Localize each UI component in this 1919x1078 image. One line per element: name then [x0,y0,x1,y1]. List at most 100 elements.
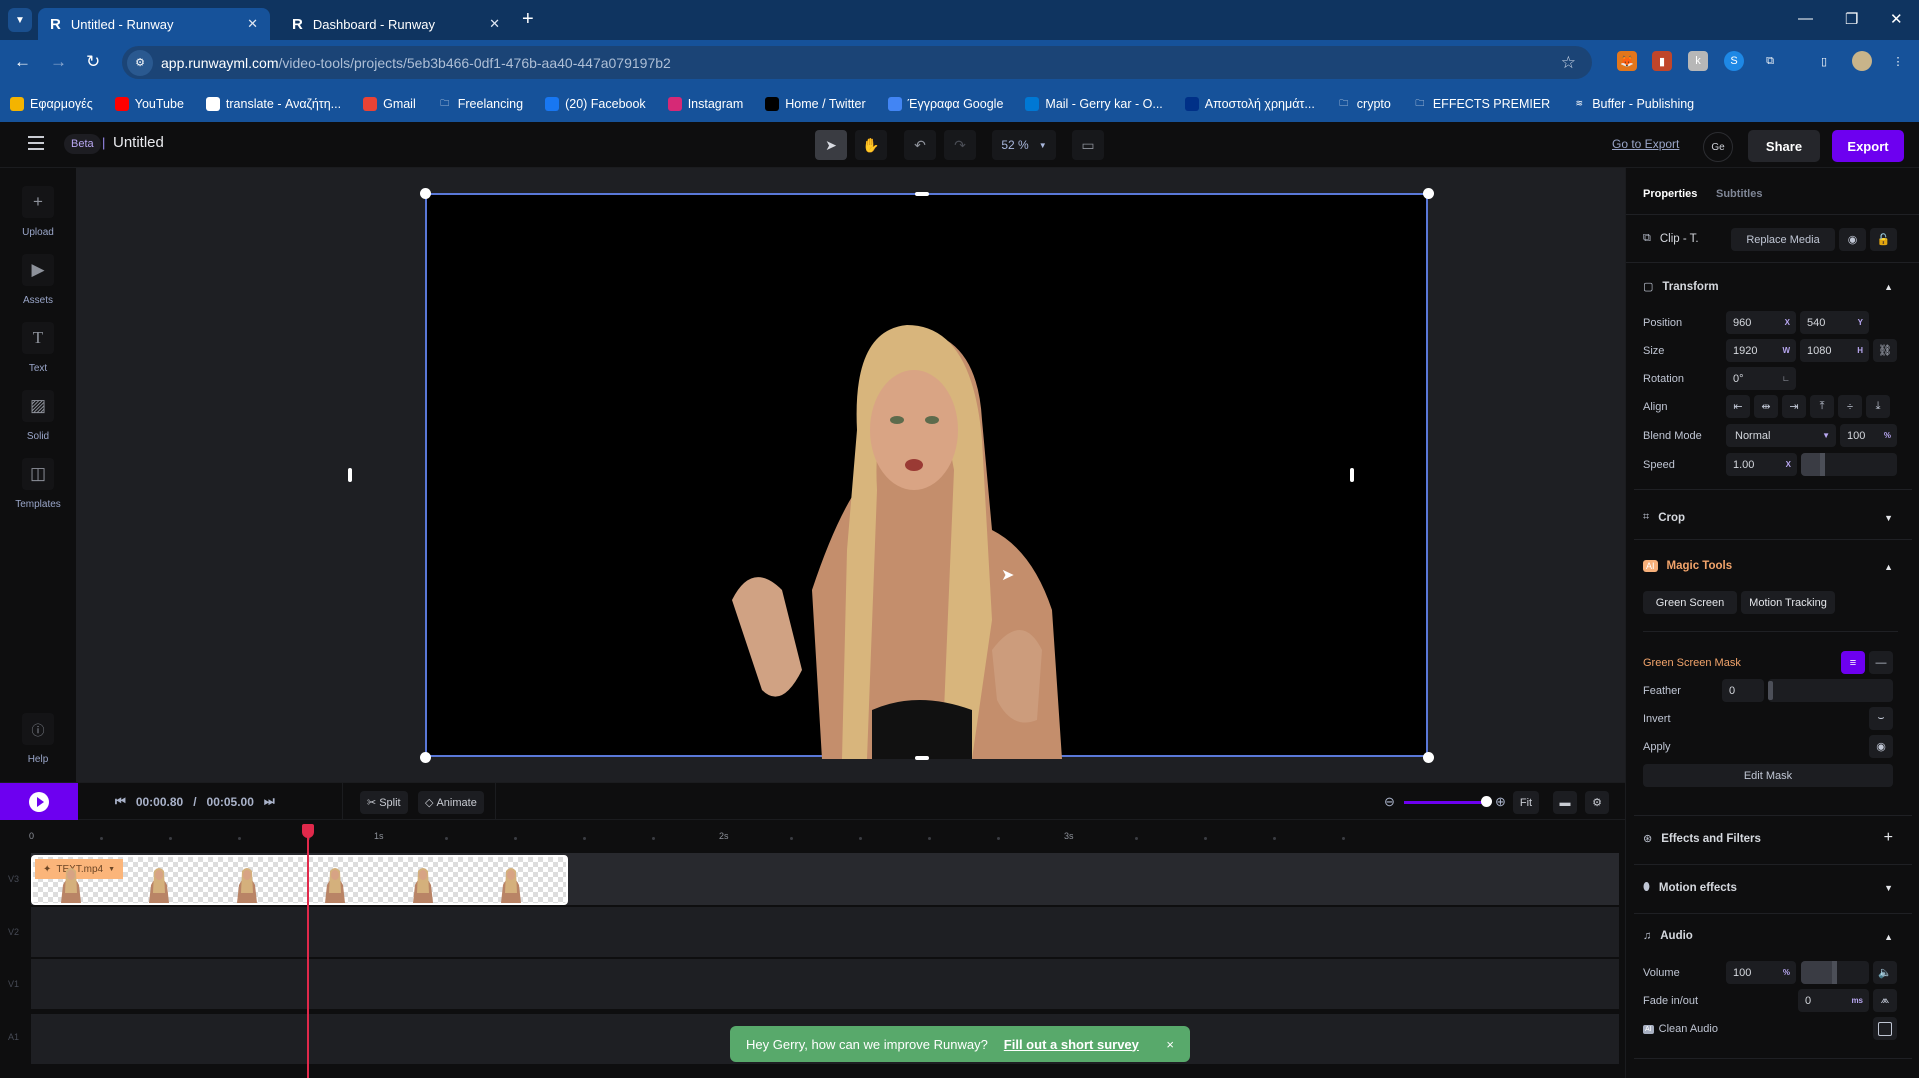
resize-handle-bottom-left[interactable] [420,752,431,763]
feather-slider[interactable] [1768,679,1893,702]
extension-icon[interactable]: ▮ [1652,51,1672,71]
site-settings-icon[interactable]: ⚙ [127,49,153,76]
fade-curve-button[interactable]: ⩕ [1873,989,1897,1012]
align-top-button[interactable]: ⤒ [1810,395,1834,418]
green-screen-button[interactable]: Green Screen [1643,591,1737,614]
bookmark-item[interactable]: Έγγραφα Google [887,96,1003,111]
survey-link[interactable]: Fill out a short survey [1004,1037,1139,1052]
align-right-button[interactable]: ⇥ [1782,395,1806,418]
timeline-clip[interactable]: ✦ TEXT.mp4 ▼ [31,855,568,905]
tab-subtitles[interactable]: Subtitles [1716,188,1762,200]
close-window-button[interactable]: ✕ [1890,10,1903,28]
bookmark-item[interactable]: Instagram [667,96,743,111]
motion-tracking-button[interactable]: Motion Tracking [1741,591,1835,614]
chrome-menu-icon[interactable]: ⋮ [1888,51,1908,71]
user-avatar[interactable]: Ge [1703,132,1733,162]
expand-caret-icon[interactable]: ▼ [1884,513,1893,523]
profile-avatar[interactable] [1852,51,1872,71]
playhead-line[interactable] [307,824,309,1078]
rail-item-templates[interactable]: ◫ Templates [15,458,61,510]
align-center-h-button[interactable]: ⇹ [1754,395,1778,418]
expand-caret-icon[interactable]: ▼ [1884,883,1893,893]
width-input[interactable]: 1920 W [1726,339,1796,362]
timeline-zoom-slider[interactable] [1404,801,1486,804]
effects-section-header[interactable]: ⊛ Effects and Filters [1643,832,1761,846]
timeline-ruler[interactable]: 0 1s 2s 3s [0,820,1625,853]
close-tab-icon[interactable]: ✕ [489,16,500,32]
close-tab-icon[interactable]: ✕ [247,16,258,32]
magic-tools-section-header[interactable]: AI Magic Tools [1643,560,1732,572]
browser-tab-untitled[interactable]: R Untitled - Runway ✕ [38,8,270,40]
restore-button[interactable]: ❐ [1845,10,1858,28]
share-button[interactable]: Share [1748,130,1820,162]
resize-handle-top[interactable] [915,192,929,196]
position-y-input[interactable]: 540 Y [1800,311,1869,334]
zoom-in-timeline-icon[interactable]: ⊕ [1495,794,1506,810]
redo-button[interactable]: ↷ [944,130,976,160]
back-button[interactable]: ← [14,52,31,72]
bookmark-star-icon[interactable]: ☆ [1561,53,1576,73]
bookmark-item[interactable]: Αποστολή χρημάτ... [1184,96,1315,111]
skip-to-start-icon[interactable]: ⏮ [115,794,126,809]
play-button[interactable] [0,783,78,821]
edit-mask-button[interactable]: Edit Mask [1643,764,1893,787]
visibility-toggle[interactable]: ◉ [1839,228,1866,251]
timeline-settings-button[interactable]: ⚙ [1585,791,1609,814]
hand-tool-button[interactable]: ✋ [855,130,887,160]
position-x-input[interactable]: 960 X [1726,311,1796,334]
collapse-caret-icon[interactable]: ▲ [1884,932,1893,942]
bookmark-item[interactable]: ≋ Buffer - Publishing [1572,97,1694,111]
remove-mask-button[interactable]: — [1869,651,1893,674]
add-effect-button[interactable]: + [1884,829,1893,847]
feather-input[interactable]: 0 [1722,679,1764,702]
tab-search-button[interactable]: ▼ [8,8,32,32]
collapse-caret-icon[interactable]: ▲ [1884,562,1893,572]
aspect-lock-toggle[interactable]: ⛓ [1873,339,1897,362]
hamburger-menu-icon[interactable] [28,136,44,150]
resize-handle-bottom-right[interactable] [1423,752,1434,763]
canvas-area[interactable]: ➤ [76,168,1625,782]
extensions-puzzle-icon[interactable]: ⧉ [1760,51,1780,71]
align-bottom-button[interactable]: ⤓ [1866,395,1890,418]
playhead-handle[interactable] [302,824,314,838]
align-center-v-button[interactable]: ÷ [1838,395,1862,418]
timeline-zoom-thumb[interactable] [1480,796,1492,807]
resize-handle-top-left[interactable] [420,188,431,199]
zoom-out-timeline-icon[interactable]: ⊖ [1384,794,1395,810]
forward-button[interactable]: → [50,52,67,72]
rail-item-solid[interactable]: ▨ Solid [22,390,54,442]
select-tool-button[interactable]: ➤ [815,130,847,160]
minimize-button[interactable]: — [1798,10,1813,27]
invert-toggle[interactable]: ⌣ [1869,707,1893,730]
motion-effects-section-header[interactable]: ⬮ Motion effects [1643,881,1737,894]
bookmark-item[interactable]: Gmail [363,96,416,111]
bookmark-item[interactable]: 🗀 EFFECTS PREMIER [1413,97,1550,111]
track-height-button[interactable]: ▬ [1553,791,1577,814]
apply-toggle[interactable]: ◉ [1869,735,1893,758]
volume-input[interactable]: 100% [1726,961,1796,984]
opacity-input[interactable]: 100% [1840,424,1897,447]
resize-handle-bottom[interactable] [915,756,929,760]
audio-section-header[interactable]: ♫ Audio [1643,930,1693,942]
project-title[interactable]: Untitled [113,134,164,151]
url-input[interactable]: ⚙ app.runwayml.com/video-tools/projects/… [122,46,1592,79]
split-button[interactable]: ✂ Split [360,791,408,814]
new-tab-button[interactable]: + [522,8,534,31]
shazam-extension-icon[interactable]: S [1724,51,1744,71]
animate-button[interactable]: ◇ Animate [418,791,484,814]
collapse-caret-icon[interactable]: ▲ [1884,282,1893,292]
extension-icon[interactable]: k [1688,51,1708,71]
track-v1[interactable] [31,959,1619,1009]
mask-settings-button[interactable]: ≡ [1841,651,1865,674]
bookmark-item[interactable]: Εφαρμογές [10,96,93,111]
clean-audio-checkbox[interactable] [1873,1017,1897,1040]
track-v2[interactable] [31,907,1619,957]
speed-input[interactable]: 1.00 X [1726,453,1797,476]
zoom-level-dropdown[interactable]: 52 % ▼ [992,130,1056,160]
bookmark-item[interactable]: YouTube [114,96,184,111]
fit-button[interactable]: Fit [1513,791,1539,814]
side-panel-icon[interactable]: ▯ [1814,51,1834,71]
bookmark-item[interactable]: 🗀 crypto [1337,97,1391,111]
toast-close-icon[interactable]: × [1166,1037,1174,1052]
mute-button[interactable]: 🔈 [1873,961,1897,984]
